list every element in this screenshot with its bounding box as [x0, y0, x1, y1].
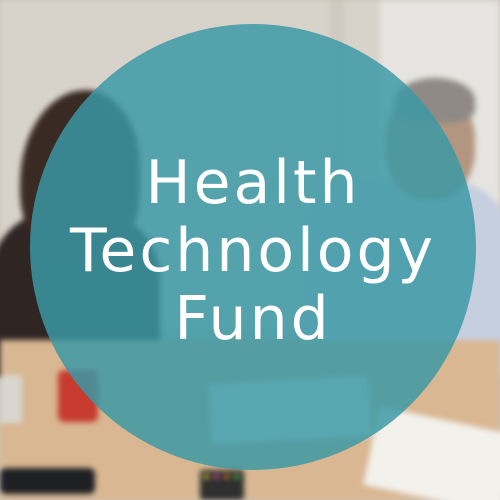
graphic-canvas: Health Technology Fund	[0, 0, 500, 500]
title-line-3: Fund	[174, 284, 332, 354]
remote	[0, 468, 95, 494]
title-circle: Health Technology Fund	[30, 24, 476, 470]
title-line-1: Health	[145, 148, 361, 218]
title: Health Technology Fund	[70, 149, 436, 353]
title-line-2: Technology	[69, 216, 437, 286]
markers	[200, 470, 244, 500]
book	[0, 375, 22, 423]
